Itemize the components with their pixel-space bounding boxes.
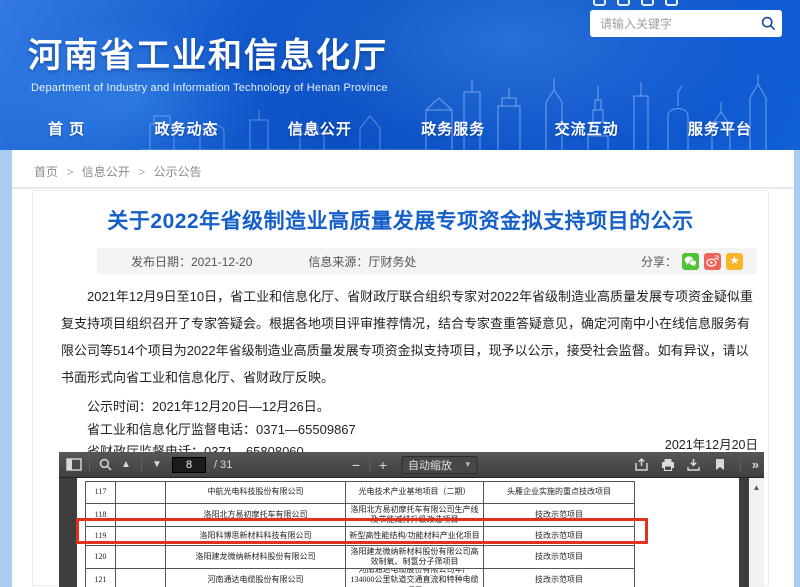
page-title: 关于2022年省级制造业高质量发展专项资金拟支持项目的公示: [33, 205, 768, 235]
breadcrumb-home[interactable]: 首页: [34, 165, 58, 179]
cell-project: 光电技术产业基地项目（二期）: [345, 482, 483, 503]
breadcrumb-current: 公示公告: [153, 165, 201, 179]
top-quick-icon-3[interactable]: [641, 0, 654, 6]
site-subtitle: Department of Industry and Information T…: [31, 82, 388, 94]
find-icon[interactable]: [96, 455, 114, 475]
top-quick-icon-2[interactable]: [617, 0, 630, 6]
table-row: 117 中航光电科技股份有限公司 光电技术产业基地项目（二期） 头雁企业实施的重…: [85, 482, 635, 504]
paragraph-announcement: 2021年12月9日至10日，省工业和信息化厅、省财政厅联合组织专家对2022年…: [61, 283, 760, 391]
open-file-icon[interactable]: [633, 455, 651, 475]
page-down-icon[interactable]: ▼: [148, 455, 166, 475]
cell-no: 121: [85, 569, 115, 587]
table-row: 121 河南通达电缆股份有限公司 河南通达电缆股份有限公司年产134000公里轨…: [85, 569, 635, 587]
share-label: 分享：: [641, 253, 677, 270]
pdf-content-area: 117 中航光电科技股份有限公司 光电技术产业基地项目（二期） 头雁企业实施的重…: [59, 478, 764, 587]
breadcrumb-separator: >: [138, 165, 145, 179]
article-date: 2021年12月20日: [665, 434, 758, 453]
info-source: 信息来源：厅财务处: [308, 253, 416, 270]
site-search: [590, 10, 782, 37]
publish-date: 发布日期：2021-12-20: [131, 253, 252, 270]
cell-company: 洛阳建龙微纳新材料股份有限公司: [165, 546, 345, 568]
top-quick-icon-4[interactable]: [665, 0, 678, 6]
zoom-mode-select[interactable]: 自动缩放 ▾: [401, 456, 477, 474]
nav-item-gov-news[interactable]: 政务动态: [155, 118, 219, 139]
breadcrumb-divider: [12, 187, 794, 189]
toolbar-divider: [740, 458, 741, 472]
pdf-toolbar: ▲ ▼ / 31 − + 自动缩放 ▾: [59, 452, 764, 478]
star-icon: ★: [730, 256, 740, 267]
cell-region: [115, 546, 165, 568]
page-up-icon[interactable]: ▲: [117, 455, 135, 475]
breadcrumb-separator: >: [66, 165, 73, 179]
cell-category: 技改示范项目: [483, 569, 635, 587]
cell-category: 技改示范项目: [483, 546, 635, 568]
nav-item-home[interactable]: 首 页: [48, 118, 85, 139]
weibo-share-icon[interactable]: [704, 253, 721, 270]
cell-category: 头雁企业实施的重点技改项目: [483, 482, 635, 503]
zoom-in-icon[interactable]: +: [373, 455, 393, 475]
toolbar-divider: [141, 458, 142, 472]
nav-item-gov-services[interactable]: 政务服务: [421, 118, 485, 139]
nav-item-interaction[interactable]: 交流互动: [555, 118, 619, 139]
pdf-viewer: ▲ ▼ / 31 − + 自动缩放 ▾: [59, 452, 764, 587]
cell-region: [115, 569, 165, 587]
bookmark-icon[interactable]: [711, 455, 729, 475]
paragraph-public-period: 公示时间：2021年12月20日—12月26日。: [61, 396, 760, 419]
page-content-area: 首页 > 信息公开 > 公示公告 关于2022年省级制造业高质量发展专项资金拟支…: [12, 150, 794, 587]
sidebar-toggle-icon[interactable]: [65, 455, 83, 475]
site-banner: 河南省工业和信息化厅 Department of Industry and In…: [0, 0, 800, 150]
scroll-up-icon[interactable]: ▲: [749, 483, 764, 492]
breadcrumb: 首页 > 信息公开 > 公示公告: [34, 163, 201, 180]
red-highlight-box: [76, 518, 648, 544]
toolbar-divider: [89, 458, 90, 472]
cell-project: 洛阳建龙微纳新材料股份有限公司高效制氧、制氢分子筛项目: [345, 546, 483, 568]
site-title: 河南省工业和信息化厅: [28, 28, 388, 77]
article-meta-bar: 发布日期：2021-12-20 信息来源：厅财务处 分享：: [97, 248, 757, 274]
breadcrumb-info-disclosure[interactable]: 信息公开: [82, 165, 130, 179]
cell-region: [115, 482, 165, 503]
zoom-mode-value: 自动缩放: [408, 457, 452, 473]
paragraph-phone-miit: 省工业和信息化厅监督电话：0371—65509867: [61, 419, 760, 442]
qzone-share-icon[interactable]: ★: [726, 253, 743, 270]
cell-no: 117: [85, 482, 115, 503]
download-icon[interactable]: [685, 455, 703, 475]
wechat-share-icon[interactable]: [682, 253, 699, 270]
search-input[interactable]: [590, 17, 761, 31]
main-nav: 首 页 政务动态 信息公开 政务服务 交流互动 服务平台: [0, 112, 800, 144]
article-container: 关于2022年省级制造业高质量发展专项资金拟支持项目的公示 发布日期：2021-…: [32, 190, 769, 586]
toolbar-divider: [369, 458, 370, 472]
table-row: 120 洛阳建龙微纳新材料股份有限公司 洛阳建龙微纳新材料股份有限公司高效制氧、…: [85, 546, 635, 569]
pdf-scrollbar[interactable]: ▲: [749, 478, 764, 587]
nav-item-service-platform[interactable]: 服务平台: [688, 118, 752, 139]
print-icon[interactable]: [659, 455, 677, 475]
page-count: / 31: [214, 459, 232, 471]
top-quick-icon-1[interactable]: [593, 0, 606, 6]
cell-company: 河南通达电缆股份有限公司: [165, 569, 345, 587]
cell-no: 120: [85, 546, 115, 568]
cell-company: 中航光电科技股份有限公司: [165, 482, 345, 503]
zoom-out-icon[interactable]: −: [346, 455, 366, 475]
header-quick-links: [593, 0, 678, 6]
search-icon[interactable]: [761, 16, 776, 31]
cell-project: 河南通达电缆股份有限公司年产134000公里轨道交通直流和特种电缆项目: [345, 569, 483, 587]
page-number-input[interactable]: [172, 457, 206, 473]
more-tools-icon[interactable]: »: [752, 457, 758, 472]
nav-item-info-disclosure[interactable]: 信息公开: [288, 118, 352, 139]
chevron-down-icon: ▾: [465, 459, 470, 470]
